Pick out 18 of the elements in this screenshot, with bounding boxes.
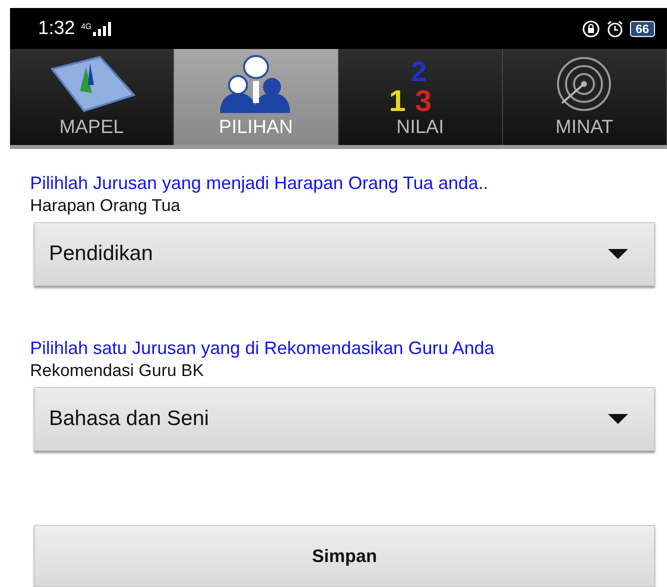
battery-indicator: 66 xyxy=(630,20,655,37)
prompt-text: Pilihlah satu Jurusan yang di Rekomendasikan Guru Anda xyxy=(30,337,496,360)
tab[interactable]: 2 1 3 NILAI xyxy=(338,49,503,145)
caret-icon xyxy=(608,249,628,259)
status-time: 1:32 xyxy=(38,18,75,40)
tab[interactable]: MINAT xyxy=(502,49,667,145)
numbers-icon: 2 1 3 xyxy=(385,55,456,113)
alarm-icon xyxy=(606,20,624,38)
prompt-text: Pilihlah Jurusan yang menjadi Harapan Orang Tua anda.. xyxy=(30,172,490,195)
rotation-lock-icon xyxy=(582,20,600,38)
field-label: Rekomendasi Guru BK xyxy=(30,360,205,382)
field-label: Harapan Orang Tua xyxy=(30,195,182,217)
signal-indicator: 4G xyxy=(80,22,111,36)
caret-icon xyxy=(608,414,628,424)
save-button[interactable]: Simpan xyxy=(34,525,655,587)
tab[interactable]: MAPEL xyxy=(10,49,174,145)
dropdown[interactable]: Pendidikan xyxy=(34,222,655,286)
dropdown[interactable]: Bahasa dan Seni xyxy=(34,387,655,451)
